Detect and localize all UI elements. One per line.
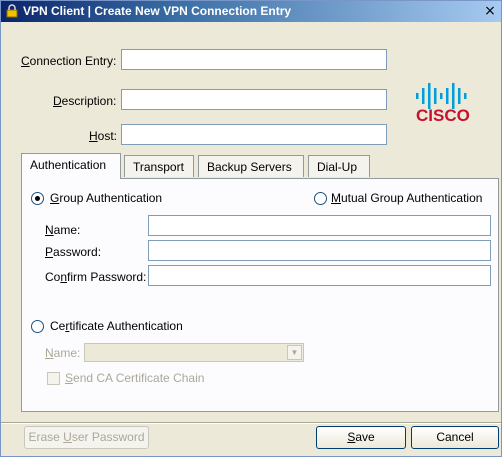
cert-auth-label[interactable]: Certificate Authentication <box>50 319 183 333</box>
vpn-dialog: VPN Client | Create New VPN Connection E… <box>0 0 502 457</box>
cisco-logo: CISCO <box>416 83 470 123</box>
description-input[interactable] <box>121 89 387 110</box>
close-icon[interactable]: × <box>481 2 499 20</box>
window-title: VPN Client | Create New VPN Connection E… <box>23 4 292 18</box>
connection-entry-input[interactable] <box>121 49 387 70</box>
cisco-logo-text: CISCO <box>416 106 470 123</box>
tab-backup-servers[interactable]: Backup Servers <box>198 155 304 177</box>
tab-transport[interactable]: Transport <box>124 155 194 177</box>
password-input[interactable] <box>148 240 491 261</box>
group-auth-radio[interactable] <box>31 192 44 205</box>
cert-auth-radio[interactable] <box>31 320 44 333</box>
confirm-password-input[interactable] <box>148 265 491 286</box>
host-input[interactable] <box>121 124 387 145</box>
mutual-auth-radio[interactable] <box>314 192 327 205</box>
vpn-lock-icon <box>6 4 18 18</box>
tab-authentication[interactable]: Authentication <box>21 153 121 179</box>
description-label: Description: <box>53 94 117 108</box>
send-ca-label: Send CA Certificate Chain <box>65 371 205 385</box>
cert-name-select[interactable]: ▼ <box>84 343 304 362</box>
chevron-down-icon: ▼ <box>287 345 302 360</box>
name-input[interactable] <box>148 215 491 236</box>
group-auth-label[interactable]: Group Authentication <box>50 191 162 205</box>
confirm-password-label: Confirm Password: <box>45 270 147 284</box>
password-label: Password: <box>45 245 102 259</box>
connection-entry-label: Connection Entry: <box>21 54 117 68</box>
mutual-auth-label[interactable]: Mutual Group Authentication <box>331 191 482 205</box>
erase-user-password-button[interactable]: Erase User Password <box>24 426 149 449</box>
button-separator <box>1 422 501 424</box>
title-bar[interactable]: VPN Client | Create New VPN Connection E… <box>1 1 501 22</box>
send-ca-checkbox[interactable] <box>47 372 60 385</box>
host-label: Host: <box>89 129 118 143</box>
tab-dial-up[interactable]: Dial-Up <box>308 155 370 177</box>
name-label: Name: <box>45 223 81 237</box>
cert-name-label: Name: <box>45 346 81 360</box>
save-button[interactable]: Save <box>316 426 406 449</box>
cancel-button[interactable]: Cancel <box>411 426 499 449</box>
